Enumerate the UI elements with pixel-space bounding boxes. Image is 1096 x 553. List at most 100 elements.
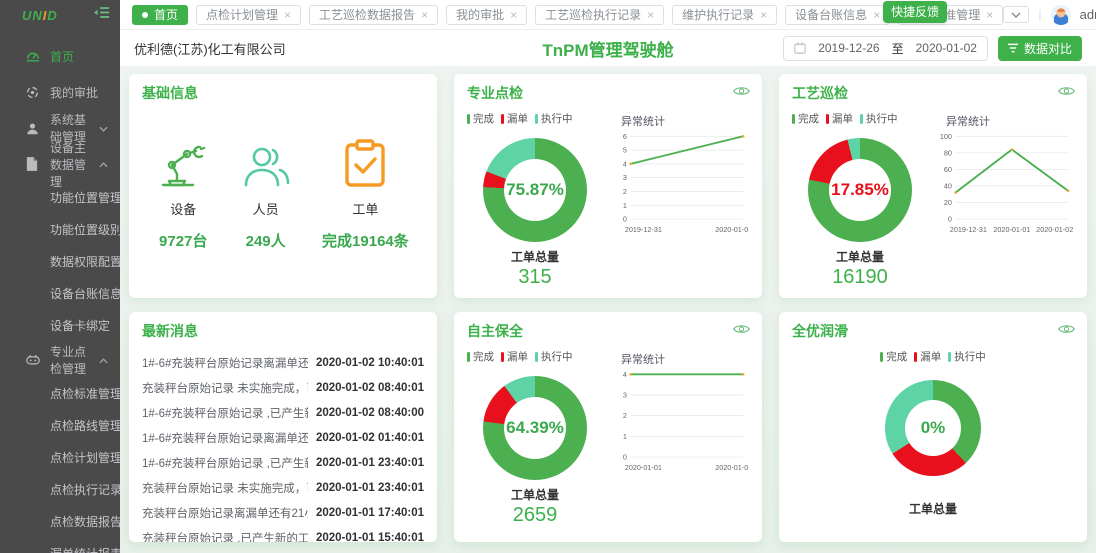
legend-item[interactable]: 漏单 xyxy=(501,349,528,364)
legend-item[interactable]: 完成 xyxy=(792,111,819,126)
data-compare-button[interactable]: 数据对比 xyxy=(998,36,1082,61)
message-row[interactable]: 充装秤台原始记录 未实施完成，已漏单，漏单...2020-01-01 23:40… xyxy=(142,475,424,500)
completion-donut-chart: 64.39% xyxy=(483,376,587,480)
close-icon[interactable]: × xyxy=(421,8,428,22)
close-icon[interactable]: × xyxy=(284,8,291,22)
sidebar-subitem[interactable]: 功能位置级别 xyxy=(0,214,120,246)
legend: 完成漏单执行中 xyxy=(467,111,603,126)
legend-item[interactable]: 漏单 xyxy=(826,111,853,126)
tab-active[interactable]: 首页 xyxy=(132,5,188,25)
document-icon xyxy=(26,157,40,171)
quick-feedback-button[interactable]: 快捷反馈 xyxy=(883,1,947,23)
sidebar-subitem[interactable]: 数据权限配置 xyxy=(0,246,120,278)
legend-label: 完成 xyxy=(473,111,494,126)
sidebar-subitem[interactable]: 设备台账信息 xyxy=(0,278,120,310)
sidebar-subitem[interactable]: 点检标准管理 xyxy=(0,378,120,410)
close-icon[interactable]: × xyxy=(647,8,654,22)
sidebar-item[interactable]: 我的审批 xyxy=(0,74,120,110)
legend-swatch xyxy=(792,114,795,124)
eye-icon[interactable] xyxy=(733,84,750,102)
sidebar-item[interactable]: 首页 xyxy=(0,38,120,74)
message-time: 2020-01-01 17:40:01 xyxy=(316,507,424,519)
sidebar-subitem[interactable]: 点检路线管理 xyxy=(0,410,120,442)
close-icon[interactable]: × xyxy=(760,8,767,22)
basic-info-card: 基础信息 设备9727台人员249人工单完成19164条 xyxy=(129,74,437,298)
legend-swatch xyxy=(501,114,504,124)
legend-item[interactable]: 漏单 xyxy=(914,349,941,364)
message-row[interactable]: 充装秤台原始记录 ,已产生新的工单,生成工单...2020-01-01 15:4… xyxy=(142,525,424,542)
sidebar-item-label: 首页 xyxy=(50,48,74,65)
tab-label: 工艺巡检数据报告 xyxy=(319,6,415,23)
legend-item[interactable]: 执行中 xyxy=(948,349,986,364)
tab[interactable]: 设备台账信息× xyxy=(785,5,890,25)
svg-text:4: 4 xyxy=(623,370,627,379)
legend-item[interactable]: 完成 xyxy=(467,349,494,364)
message-text: 充装秤台原始记录 未实施完成，已漏单，漏单... xyxy=(142,480,308,496)
legend-item[interactable]: 完成 xyxy=(467,111,494,126)
sidebar-subitem[interactable]: 功能位置管理 xyxy=(0,182,120,214)
total-label: 工单总量 xyxy=(909,500,957,517)
eye-icon[interactable] xyxy=(1058,84,1075,102)
menu-fold-icon[interactable] xyxy=(94,6,110,24)
eye-icon[interactable] xyxy=(1058,322,1075,340)
message-text: 1#-6#充装秤台原始记录离漏单还有21小时59... xyxy=(142,355,308,371)
sidebar-item[interactable]: 专业点检管理 xyxy=(0,342,120,378)
sidebar-subitem[interactable]: 设备卡绑定 xyxy=(0,310,120,342)
abnormal-line-chart: 0204060801002019-12-312020-01-012020-01-… xyxy=(936,129,1074,239)
close-icon[interactable]: × xyxy=(510,8,517,22)
stat-label: 人员 xyxy=(240,199,292,218)
message-row[interactable]: 充装秤台原始记录离漏单还有21小时59分,请... 2020-01-01 17:4… xyxy=(142,500,424,525)
legend-swatch xyxy=(467,352,470,362)
completion-percent: 17.85% xyxy=(808,138,912,242)
svg-text:80: 80 xyxy=(944,148,952,157)
legend-item[interactable]: 执行中 xyxy=(535,349,573,364)
tab[interactable]: 工艺巡检数据报告 × xyxy=(309,5,438,25)
close-icon[interactable]: × xyxy=(986,8,993,22)
sidebar-subitem[interactable]: 漏单统计报表 xyxy=(0,538,120,553)
legend-label: 漏单 xyxy=(832,111,853,126)
user-avatar[interactable] xyxy=(1051,5,1071,25)
sidebar-subitem[interactable]: 点检执行记录 xyxy=(0,474,120,506)
tab-overflow-button[interactable] xyxy=(1003,6,1029,23)
message-row[interactable]: 充装秤台原始记录 未实施完成，已漏单，漏单...2020-01-02 08:40… xyxy=(142,375,424,400)
legend-label: 漏单 xyxy=(507,349,528,364)
user-menu[interactable]: admin xyxy=(1080,7,1096,22)
stat-label: 设备 xyxy=(157,199,209,218)
svg-text:6: 6 xyxy=(623,132,627,141)
sidebar-subitem[interactable]: 点检计划管理 xyxy=(0,442,120,474)
total-label: 工单总量 xyxy=(467,248,603,265)
svg-text:0: 0 xyxy=(623,215,627,224)
legend-label: 完成 xyxy=(886,349,907,364)
header-controls: 2019-12-26 至 2020-01-02 数据对比 xyxy=(783,36,1082,61)
message-row[interactable]: 1#-6#充装秤台原始记录 ,已产生新的工单,生成...2020-01-02 0… xyxy=(142,400,424,425)
eye-icon[interactable] xyxy=(733,322,750,340)
legend-item[interactable]: 漏单 xyxy=(501,111,528,126)
sidebar-item[interactable]: 设备主数据管理 xyxy=(0,146,120,182)
message-row[interactable]: 1#-6#充装秤台原始记录 ,已产生新的工单,生成...2020-01-01 2… xyxy=(142,450,424,475)
tab[interactable]: 我的审批× xyxy=(446,5,527,25)
message-row[interactable]: 1#-6#充装秤台原始记录离漏单还有21小时59...2020-01-02 10… xyxy=(142,350,424,375)
chevron-up-icon xyxy=(99,353,108,367)
tab[interactable]: 维护执行记录× xyxy=(672,5,777,25)
tab[interactable]: 点检计划管理× xyxy=(196,5,301,25)
legend-item[interactable]: 执行中 xyxy=(860,111,898,126)
message-row[interactable]: 1#-6#充装秤台原始记录离漏单还有21小时59...2020-01-02 01… xyxy=(142,425,424,450)
abnormal-line-chart: 01234562019-12-312020-01-0 xyxy=(611,129,749,239)
sidebar-subitem[interactable]: 点检数据报告 xyxy=(0,506,120,538)
message-list: 1#-6#充装秤台原始记录离漏单还有21小时59...2020-01-02 10… xyxy=(142,350,424,542)
tab[interactable]: 工艺巡检执行记录× xyxy=(535,5,664,25)
svg-text:3: 3 xyxy=(623,391,627,400)
legend-item[interactable]: 完成 xyxy=(880,349,907,364)
dashboard-content: 基础信息 设备9727台人员249人工单完成19164条 专业点检 完成漏单执行… xyxy=(120,66,1096,553)
svg-text:4: 4 xyxy=(623,159,627,168)
legend-swatch xyxy=(826,114,829,124)
stat-label: 工单 xyxy=(322,199,409,218)
legend-item[interactable]: 执行中 xyxy=(535,111,573,126)
compare-label: 数据对比 xyxy=(1024,40,1072,57)
chart-caption: 异常统计 xyxy=(621,351,749,367)
close-icon[interactable]: × xyxy=(873,8,880,22)
svg-text:2: 2 xyxy=(623,187,627,196)
message-text: 充装秤台原始记录离漏单还有21小时59分,请... xyxy=(142,505,308,521)
date-range-picker[interactable]: 2019-12-26 至 2020-01-02 xyxy=(783,36,988,61)
message-time: 2020-01-02 08:40:00 xyxy=(316,407,424,419)
